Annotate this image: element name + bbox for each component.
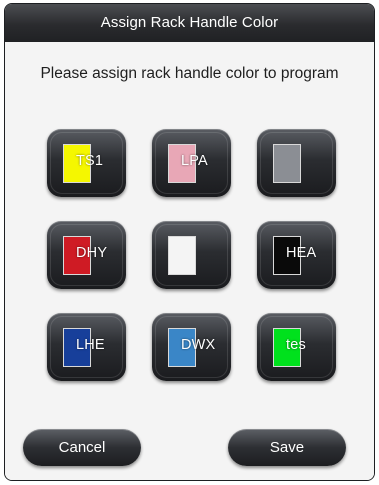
dialog-title: Assign Rack Handle Color [5,4,374,43]
gray-swatch [273,144,301,183]
color-button-gray[interactable] [257,129,336,197]
color-button-dark-blue[interactable]: LHE [47,313,126,381]
program-code-label: tes [286,337,306,353]
color-grid: TS1 LPA DHY HEA LHE DWX tes [47,129,359,381]
cancel-button[interactable]: Cancel [23,429,141,466]
program-code-label: LPA [181,153,208,169]
assign-color-dialog: Assign Rack Handle Color Please assign r… [4,3,375,481]
program-code-label: DWX [181,337,216,353]
program-code-label: TS1 [76,153,104,169]
dialog-prompt: Please assign rack handle color to progr… [40,65,339,82]
save-button[interactable]: Save [228,429,346,466]
color-button-red[interactable]: DHY [47,221,126,289]
color-button-white[interactable] [152,221,231,289]
color-button-light-blue[interactable]: DWX [152,313,231,381]
color-button-pink[interactable]: LPA [152,129,231,197]
dialog-body: Please assign rack handle color to progr… [5,42,374,480]
color-button-black[interactable]: HEA [257,221,336,289]
program-code-label: HEA [286,245,317,261]
color-button-yellow[interactable]: TS1 [47,129,126,197]
color-button-green[interactable]: tes [257,313,336,381]
program-code-label: LHE [76,337,105,353]
program-code-label: DHY [76,245,108,261]
white-swatch [168,236,196,275]
